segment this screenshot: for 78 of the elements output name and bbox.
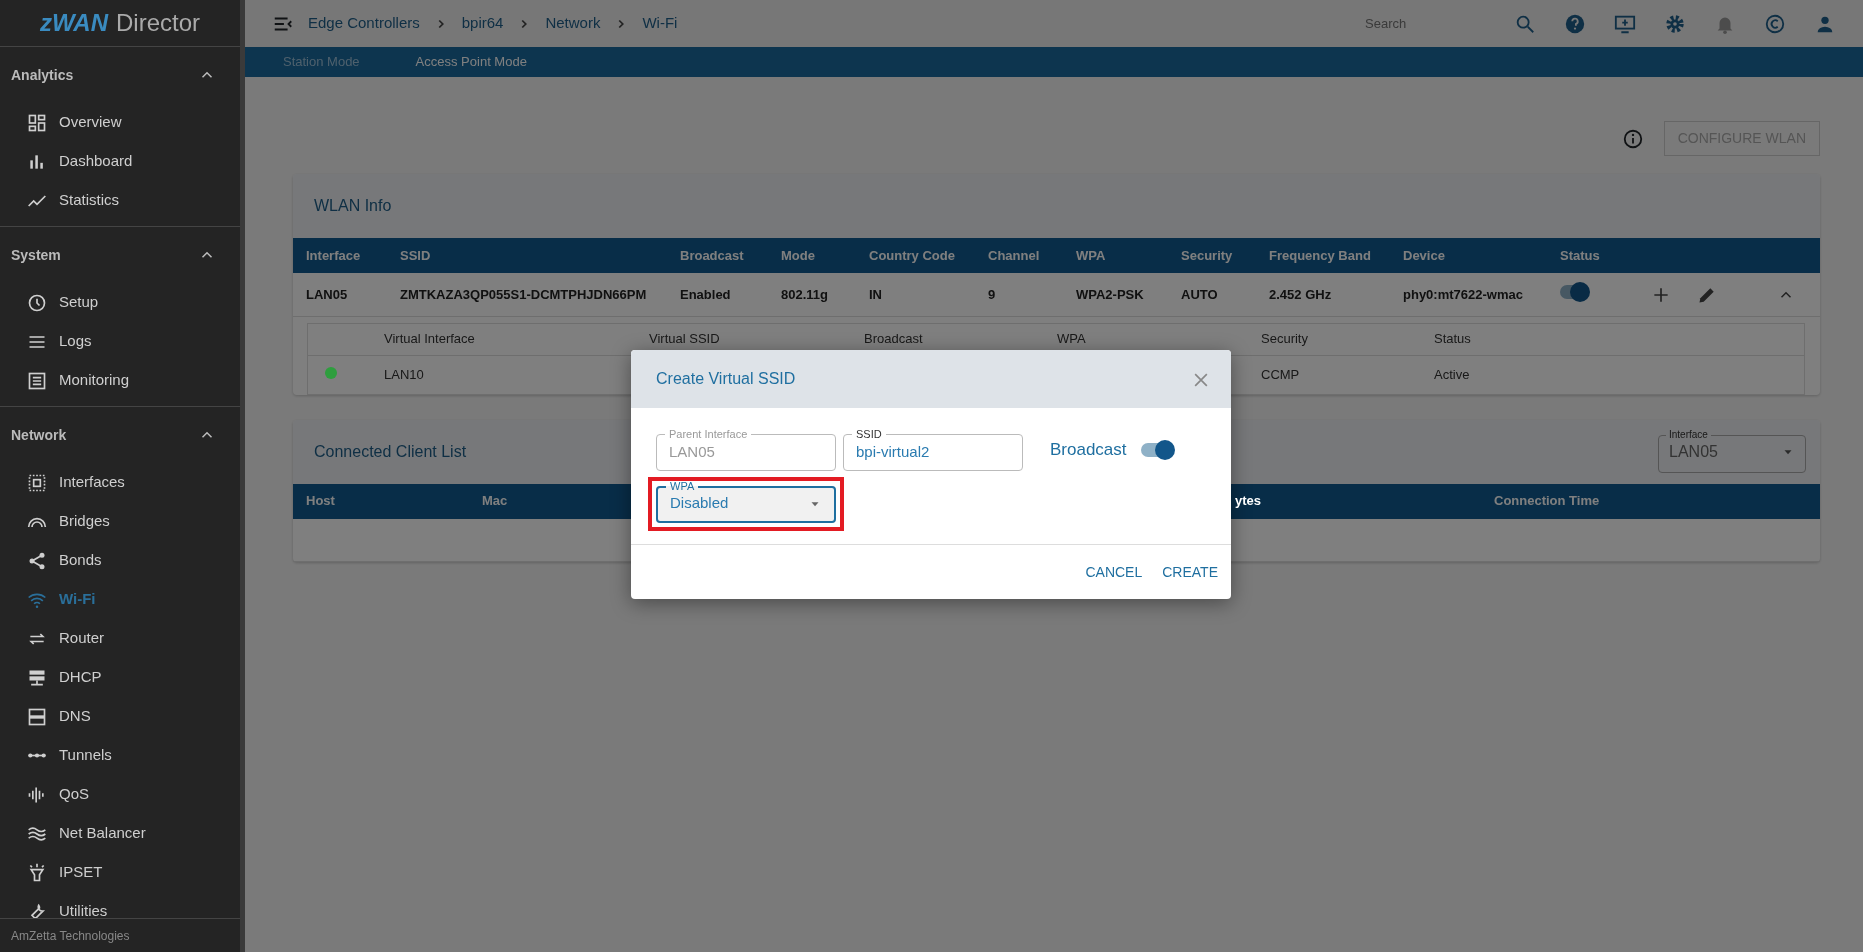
dialog-title: Create Virtual SSID: [656, 369, 796, 389]
field-label: WPA: [669, 481, 696, 492]
table-cell: AUTO: [1168, 273, 1256, 316]
column-header: Channel: [975, 238, 1063, 273]
clock-icon: [27, 292, 47, 313]
column-header: Host: [293, 483, 469, 519]
sidebar-item[interactable]: Net Balancer: [0, 814, 240, 853]
field-label: SSID: [855, 429, 883, 440]
field-label: Parent Interface: [668, 429, 749, 440]
help-icon[interactable]: [1564, 12, 1586, 35]
select-field[interactable]: WPA Disabled: [656, 481, 836, 523]
table-cell: WPA2-PSK: [1063, 273, 1168, 316]
sidebar-item[interactable]: Bridges: [0, 502, 240, 541]
section-title[interactable]: Network: [11, 424, 67, 446]
table-cell: phy0:mt7622-wmac: [1390, 273, 1547, 316]
sidebar-item[interactable]: Logs: [0, 322, 240, 361]
grid-icon: [27, 112, 47, 133]
column-header: Mode: [768, 238, 856, 273]
column-header: Broadcast: [667, 238, 768, 273]
column-header: Country Code: [856, 238, 975, 273]
info-icon[interactable]: [1621, 127, 1644, 150]
column-header: Status: [1547, 238, 1638, 273]
dots-line-icon: [27, 751, 47, 760]
sidebar-item[interactable]: QoS: [0, 775, 240, 814]
interface-select[interactable]: Interface LAN05: [1658, 430, 1806, 473]
storage-icon: [27, 706, 47, 727]
table-cell: LAN10: [383, 355, 648, 394]
card-title: Connected Client List: [314, 441, 467, 462]
table-cell: CCMP: [1260, 355, 1433, 394]
chip-icon: [27, 472, 47, 493]
sidebar-item[interactable]: Monitoring: [0, 361, 240, 400]
sidebar-item[interactable]: Dashboard: [0, 142, 240, 181]
table-cell: 9: [975, 273, 1063, 316]
table-cell: Enabled: [667, 273, 768, 316]
sidebar-item[interactable]: DNS: [0, 697, 240, 736]
field-label: Broadcast: [1050, 439, 1127, 462]
column-header: Device: [1390, 238, 1547, 273]
sidebar-item[interactable]: Router: [0, 619, 240, 658]
table-cell: LAN05: [293, 273, 387, 316]
flashlight-icon: [27, 862, 47, 883]
column-header: ytes: [1235, 493, 1262, 509]
section-title[interactable]: Analytics: [11, 64, 74, 86]
sidebar-item[interactable]: IPSET: [0, 853, 240, 892]
card-title: WLAN Info: [314, 196, 392, 216]
sidebar-item[interactable]: Setup: [0, 283, 240, 322]
column-header: WPA: [1063, 238, 1168, 273]
search-field[interactable]: Search: [1363, 12, 1493, 35]
column-header: Status: [1433, 323, 1619, 356]
column-header: Connection Time: [1481, 483, 1820, 519]
footer-text: AmZetta Technologies: [0, 918, 240, 952]
section-title[interactable]: System: [11, 244, 61, 266]
table-cell: ZMTKAZA3QP055S1-DCMTPHJDN66PM: [387, 273, 667, 316]
copyright-icon[interactable]: [1764, 12, 1786, 35]
share-icon: [27, 550, 47, 571]
table-cell: 2.452 GHz: [1256, 273, 1390, 316]
sidebar-item[interactable]: Bonds: [0, 541, 240, 580]
table-cell: IN: [856, 273, 975, 316]
table-cell: 802.11g: [768, 273, 856, 316]
sidebar-item[interactable]: Utilities: [0, 892, 240, 918]
sidebar-item[interactable]: DHCP: [0, 658, 240, 697]
field-label: Interface: [1668, 430, 1709, 440]
column-header: SSID: [387, 238, 667, 273]
sidebar-item[interactable]: Interfaces: [0, 463, 240, 502]
column-header: Security: [1168, 238, 1256, 273]
text-field[interactable]: SSID bpi-virtual2: [843, 429, 1023, 471]
sidebar-item[interactable]: Overview: [0, 103, 240, 142]
settings-icon[interactable]: [1664, 12, 1686, 35]
logo-text: zWAN: [40, 8, 108, 38]
column-header: Frequency Band: [1256, 238, 1390, 273]
sidebar-item[interactable]: Statistics: [0, 181, 240, 220]
sidebar-item[interactable]: Tunnels: [0, 736, 240, 775]
column-header: Security: [1260, 323, 1433, 356]
column-header: Interface: [293, 238, 387, 273]
logo-text: Director: [116, 8, 200, 38]
table-cell: Active: [1433, 355, 1619, 394]
dialog-button[interactable]: CANCEL: [1085, 561, 1143, 583]
list-icon: [27, 370, 47, 391]
dialog-button[interactable]: CREATE: [1162, 561, 1218, 583]
